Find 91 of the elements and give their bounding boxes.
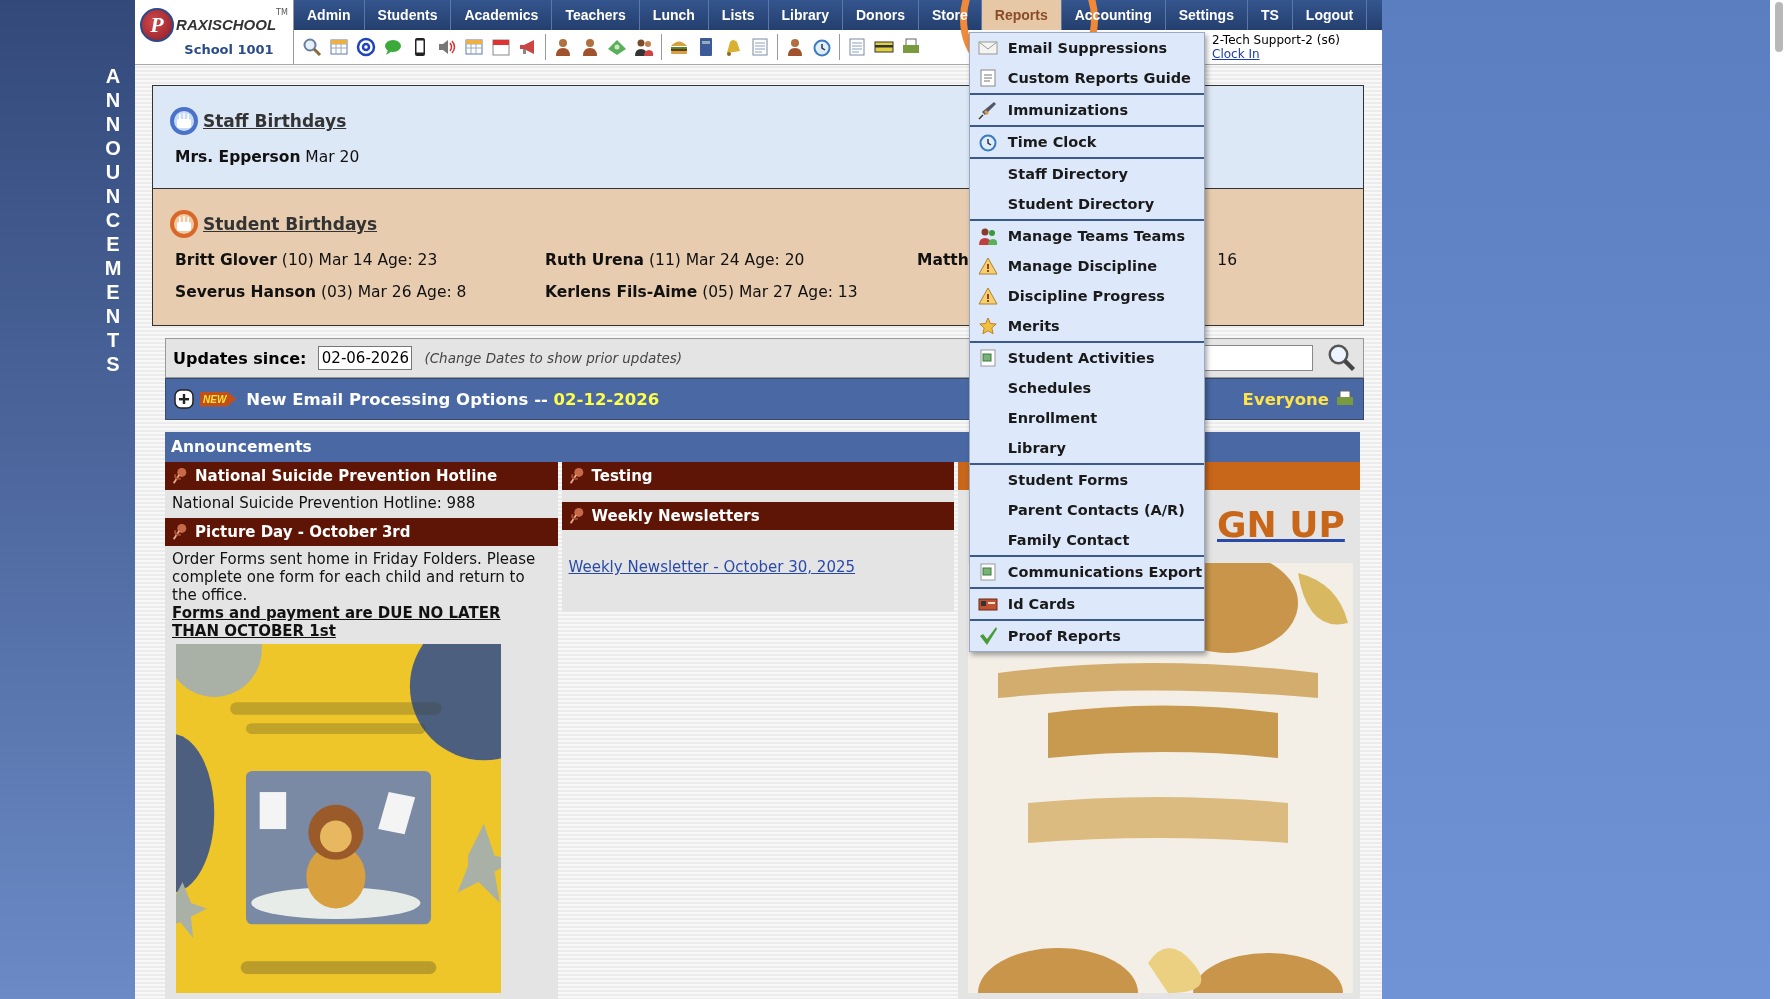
school-name: School 1001 — [184, 41, 274, 57]
person-icon[interactable] — [553, 37, 573, 57]
birthday-entry: Britt Glover (10) Mar 14 Age: 23 — [175, 251, 439, 269]
menu-item[interactable]: Custom Reports Guide — [969, 63, 1204, 93]
cake-icon — [169, 209, 199, 239]
pushpin-icon — [567, 507, 586, 525]
menu-item[interactable]: Family Contact — [969, 525, 1204, 555]
syringe-icon — [977, 100, 998, 120]
post-title: Testing — [591, 467, 653, 485]
menu-item[interactable]: Proof Reports — [969, 621, 1204, 651]
nav-tab[interactable]: Students — [364, 0, 452, 30]
document-icon — [977, 68, 998, 88]
nav-tab[interactable]: Logout — [1292, 0, 1368, 30]
menu-item[interactable]: Student Activities — [969, 343, 1204, 373]
menu-item[interactable]: Enrollment — [969, 403, 1204, 433]
nav-tab[interactable]: Admin — [294, 0, 365, 30]
logo[interactable]: P RAXISCHOOL TM School 1001 — [135, 0, 294, 64]
nav-tab[interactable]: Academics — [451, 0, 553, 30]
nav-tab[interactable]: Lists — [708, 0, 769, 30]
menu-item[interactable]: Immunizations — [969, 95, 1204, 125]
post-text: National Suicide Prevention Hotline: 988 — [172, 494, 477, 512]
updates-label: Updates since: — [173, 348, 307, 368]
new-badge: NEW — [200, 391, 237, 407]
menu-item[interactable]: Staff Directory — [969, 159, 1204, 189]
post-text: Order Forms sent home in Friday Folders. Please complete one form for each child and return to the office. — [172, 550, 537, 604]
menu-item[interactable]: Discipline Progress — [969, 281, 1204, 311]
post-note: Forms and payment are DUE NO LATER THAN OCTOBER 1st — [172, 604, 502, 640]
birthday-entry: Mrs. Epperson Mar 20 — [175, 148, 361, 166]
user-name: 2-Tech Support-2 (s6) — [1212, 33, 1342, 47]
panel-title[interactable]: Student Birthdays — [203, 214, 378, 234]
post-title: Picture Day - October 3rd — [195, 523, 411, 541]
birthday-entry: Severus Hanson (03) Mar 26 Age: 8 — [175, 283, 468, 301]
speaker-icon[interactable] — [437, 37, 457, 57]
pushpin-icon — [171, 523, 189, 541]
menu-item[interactable]: Merits — [969, 311, 1204, 341]
chat-icon[interactable] — [383, 37, 403, 57]
update-title[interactable]: New Email Processing Options -- 02-12-2026 — [246, 389, 660, 409]
menu-item[interactable]: Library — [969, 433, 1204, 463]
star-icon — [977, 316, 998, 336]
menu-item[interactable]: Id Cards — [969, 589, 1204, 619]
menu-item[interactable]: Manage Teams Teams — [969, 221, 1204, 251]
student-name: Matth — [917, 251, 969, 269]
pushpin-icon — [171, 467, 189, 485]
spreadsheet-icon — [977, 348, 998, 368]
nav-tab[interactable]: Lunch — [639, 0, 709, 30]
date-field[interactable]: 02-06-2026 — [318, 346, 413, 370]
nav-tab[interactable]: Donors — [843, 0, 919, 30]
check-icon — [977, 626, 998, 646]
newsletter-link[interactable]: Weekly Newsletter - October 30, 2025 — [568, 534, 947, 606]
menu-item[interactable]: Parent Contacts (A/R) — [969, 495, 1204, 525]
menu-item[interactable]: Manage Discipline — [969, 251, 1204, 281]
spreadsheet-icon — [977, 562, 998, 582]
post-title: Weekly Newsletters — [591, 507, 760, 525]
clock-icon — [977, 132, 998, 152]
person-icon[interactable] — [785, 37, 805, 57]
warning-icon — [977, 256, 998, 276]
cake-icon — [169, 106, 199, 136]
menu-item[interactable]: Schedules — [969, 373, 1204, 403]
post-title: National Suicide Prevention Hotline — [195, 467, 498, 485]
search-button[interactable] — [1325, 342, 1357, 374]
people-icon[interactable] — [634, 37, 654, 57]
nav-tab[interactable]: Teachers — [552, 0, 640, 30]
panel-title[interactable]: Staff Birthdays — [203, 111, 347, 131]
pushpin-icon — [567, 467, 586, 485]
menu-item[interactable]: Student Forms — [969, 465, 1204, 495]
person-icon[interactable] — [580, 37, 600, 57]
trademark-sign: TM — [276, 7, 288, 17]
birthday-detail: 16 — [1217, 251, 1237, 269]
menu-item[interactable]: Communications Export — [969, 557, 1204, 587]
nav-tab[interactable]: Library — [768, 0, 843, 30]
clock-icon[interactable] — [812, 37, 832, 57]
menu-item[interactable]: Student Directory — [969, 189, 1204, 219]
people-icon — [977, 226, 998, 246]
envelope-icon — [977, 38, 998, 58]
birthday-entry: Ruth Urena (11) Mar 24 Age: 20 — [545, 251, 806, 269]
menu-item[interactable]: Email Suppressions — [969, 33, 1204, 63]
menu-item[interactable]: Time Clock — [969, 127, 1204, 157]
audience-label: Everyone — [1242, 389, 1329, 409]
updates-hint: (Change Dates to show prior updates) — [424, 350, 683, 366]
birthday-entry: Kerlens Fils-Aime (05) Mar 27 Age: 13 — [545, 283, 859, 301]
warning-icon — [977, 286, 998, 306]
nav-tab[interactable]: TS — [1247, 0, 1293, 30]
plus-icon[interactable] — [174, 389, 194, 409]
logo-mark: P — [140, 7, 175, 42]
nav-tab[interactable]: Settings — [1165, 0, 1248, 30]
search-icon[interactable] — [302, 37, 322, 57]
nav-tab[interactable]: Reports — [981, 0, 1062, 30]
calendar-icon[interactable] — [491, 37, 511, 57]
side-label: ANNOUNCEMENTS — [103, 64, 123, 376]
clock-in-link[interactable]: Clock In — [1212, 47, 1346, 61]
logo-wordmark: RAXISCHOOL — [176, 16, 277, 33]
